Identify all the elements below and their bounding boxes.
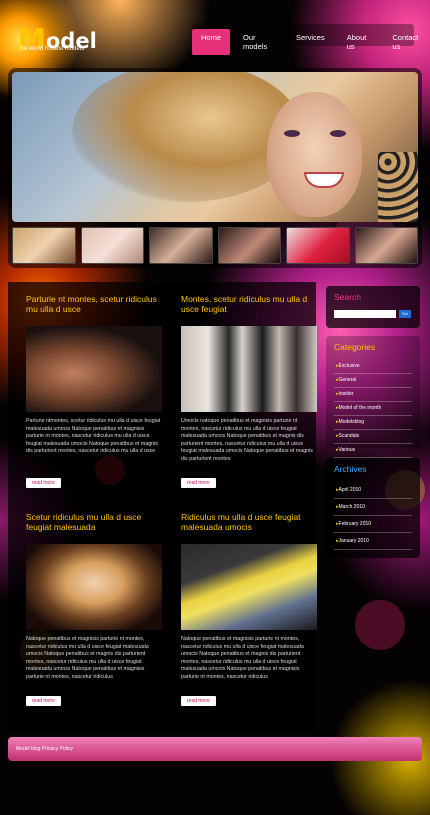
blog-post: Scetur ridiculus mu ulla d usce feugiat … (26, 512, 162, 707)
post-image (26, 544, 162, 630)
nav-home[interactable]: Home (192, 29, 231, 55)
archive-link[interactable]: February 2010 (334, 516, 412, 533)
search-widget: Search Go! (326, 286, 420, 328)
archives-widget: Archives April 2010 March 2010 February … (326, 458, 420, 558)
post-title[interactable]: Ridiculus mu ulla d usce feugiat malesua… (181, 512, 317, 534)
category-link[interactable]: Scandals (334, 430, 412, 444)
search-input[interactable] (334, 310, 396, 318)
post-excerpt: Natoque penatibus et magnisis parturie n… (181, 636, 304, 680)
category-link[interactable]: Modelsblog (334, 416, 412, 430)
footer: Model blog Privacy Policy (8, 737, 422, 761)
footer-text[interactable]: Model blog Privacy Policy (16, 746, 73, 752)
site-tagline: the world hottest models (19, 46, 85, 52)
hero-leopard-print (378, 152, 418, 222)
hero-thumbnail[interactable] (12, 227, 76, 264)
post-title[interactable]: Scetur ridiculus mu ulla d usce feugiat … (26, 512, 162, 534)
hero-thumbnail[interactable] (217, 227, 281, 264)
post-image (26, 326, 162, 412)
search-go-button[interactable]: Go! (399, 310, 411, 318)
post-image (181, 544, 317, 630)
read-more-button[interactable]: read more (26, 696, 61, 706)
hero-eye (284, 130, 300, 137)
category-link[interactable]: Various (334, 444, 412, 458)
post-excerpt: Parturie ntmontes, scetur ridiculus mu u… (26, 418, 161, 455)
hero-thumbnail[interactable] (80, 227, 144, 264)
categories-list: Exclusive General Insider Model of the m… (334, 360, 412, 458)
category-link[interactable]: General (334, 374, 412, 388)
nav-contact-us[interactable]: Contact us (383, 29, 430, 55)
read-more-button[interactable]: read more (26, 478, 61, 488)
blog-post: Ridiculus mu ulla d usce feugiat malesua… (181, 512, 317, 707)
archive-link[interactable]: March 2010 (334, 499, 412, 516)
post-image (181, 326, 317, 412)
post-excerpt: Umocis natoque penatibus et magnisis par… (181, 418, 313, 462)
nav-services[interactable]: Services (287, 29, 334, 55)
category-link[interactable]: Insider (334, 388, 412, 402)
archives-list: April 2010 March 2010 February 2010 Janu… (334, 482, 412, 550)
main-navigation: Home Our models Services About us Contac… (192, 29, 430, 55)
hero-image (12, 72, 418, 222)
hero-face (267, 92, 362, 217)
categories-heading: Categories (334, 342, 376, 352)
bokeh-bubble (355, 600, 405, 650)
archive-link[interactable]: April 2010 (334, 482, 412, 499)
archives-heading: Archives (334, 464, 367, 474)
archive-link[interactable]: January 2010 (334, 533, 412, 550)
post-title[interactable]: Montes, scetur ridiculus mu ulla d usce … (181, 294, 317, 316)
category-link[interactable]: Exclusive (334, 360, 412, 374)
hero-thumbnail[interactable] (354, 227, 418, 264)
hero-thumbnail[interactable] (149, 227, 213, 264)
search-heading: Search (334, 292, 361, 302)
post-excerpt: Natoque penatibus et magnisis parturie n… (26, 636, 149, 680)
post-title[interactable]: Parturie nt montes, scetur ridiculus mu … (26, 294, 162, 316)
read-more-button[interactable]: read more (181, 478, 216, 488)
hero-eye (330, 130, 346, 137)
categories-widget: Categories Exclusive General Insider Mod… (326, 336, 420, 458)
blog-post: Montes, scetur ridiculus mu ulla d usce … (181, 294, 317, 489)
nav-our-models[interactable]: Our models (234, 29, 283, 55)
hero-thumbnail[interactable] (286, 227, 350, 264)
nav-about-us[interactable]: About us (338, 29, 380, 55)
blog-post: Parturie nt montes, scetur ridiculus mu … (26, 294, 162, 489)
category-link[interactable]: Model of the month (334, 402, 412, 416)
read-more-button[interactable]: read more (181, 696, 216, 706)
hero-thumbnail-strip (12, 227, 418, 264)
